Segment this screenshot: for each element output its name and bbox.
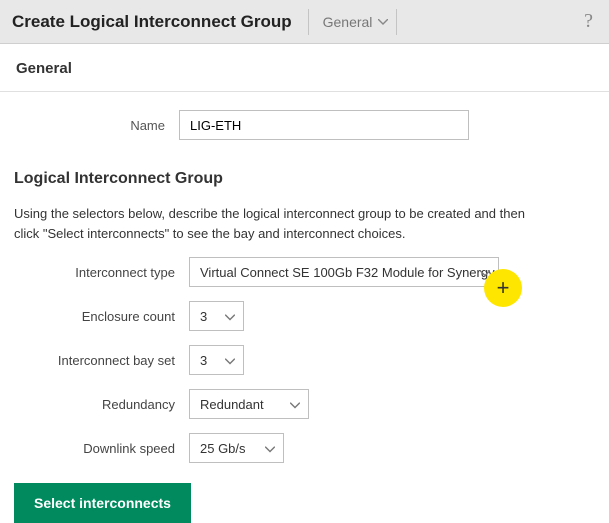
bay-set-row: Interconnect bay set 3 xyxy=(14,345,595,375)
page-title: Create Logical Interconnect Group xyxy=(12,12,306,32)
enclosure-count-label: Enclosure count xyxy=(14,309,189,324)
interconnect-type-row: Interconnect type Virtual Connect SE 100… xyxy=(14,257,595,287)
top-bar: Create Logical Interconnect Group Genera… xyxy=(0,0,609,44)
chevron-down-icon xyxy=(225,353,235,368)
bay-set-value: 3 xyxy=(200,353,207,368)
chevron-down-icon xyxy=(290,397,300,412)
chevron-down-icon xyxy=(378,19,388,25)
name-row: Name xyxy=(14,110,595,140)
chevron-down-icon xyxy=(225,309,235,324)
downlink-speed-select[interactable]: 25 Gb/s xyxy=(189,433,284,463)
downlink-speed-value: 25 Gb/s xyxy=(200,441,246,456)
downlink-speed-row: Downlink speed 25 Gb/s xyxy=(14,433,595,463)
section-dropdown[interactable]: General xyxy=(317,10,395,34)
interconnect-type-label: Interconnect type xyxy=(14,265,189,280)
enclosure-count-select[interactable]: 3 xyxy=(189,301,244,331)
divider xyxy=(308,9,309,35)
general-section: Name xyxy=(0,110,609,140)
redundancy-select[interactable]: Redundant xyxy=(189,389,309,419)
lig-form: Interconnect type Virtual Connect SE 100… xyxy=(0,257,609,463)
name-input[interactable] xyxy=(179,110,469,140)
lig-section-header: Logical Interconnect Group xyxy=(0,170,609,188)
chevron-down-icon xyxy=(265,441,275,456)
name-label: Name xyxy=(14,118,179,133)
redundancy-label: Redundancy xyxy=(14,397,189,412)
section-dropdown-label: General xyxy=(323,14,373,30)
enclosure-count-row: Enclosure count 3 xyxy=(14,301,595,331)
redundancy-row: Redundancy Redundant xyxy=(14,389,595,419)
select-interconnects-button[interactable]: Select interconnects xyxy=(14,483,191,523)
lig-description: Using the selectors below, describe the … xyxy=(0,204,560,243)
downlink-speed-label: Downlink speed xyxy=(14,441,189,456)
help-button[interactable]: ? xyxy=(580,10,597,33)
divider xyxy=(396,9,397,35)
redundancy-value: Redundant xyxy=(200,397,264,412)
bay-set-label: Interconnect bay set xyxy=(14,353,189,368)
interconnect-type-value: Virtual Connect SE 100Gb F32 Module for … xyxy=(200,265,495,280)
bay-set-select[interactable]: 3 xyxy=(189,345,244,375)
enclosure-count-value: 3 xyxy=(200,309,207,324)
interconnect-type-select[interactable]: Virtual Connect SE 100Gb F32 Module for … xyxy=(189,257,499,287)
general-section-header: General xyxy=(0,44,609,92)
